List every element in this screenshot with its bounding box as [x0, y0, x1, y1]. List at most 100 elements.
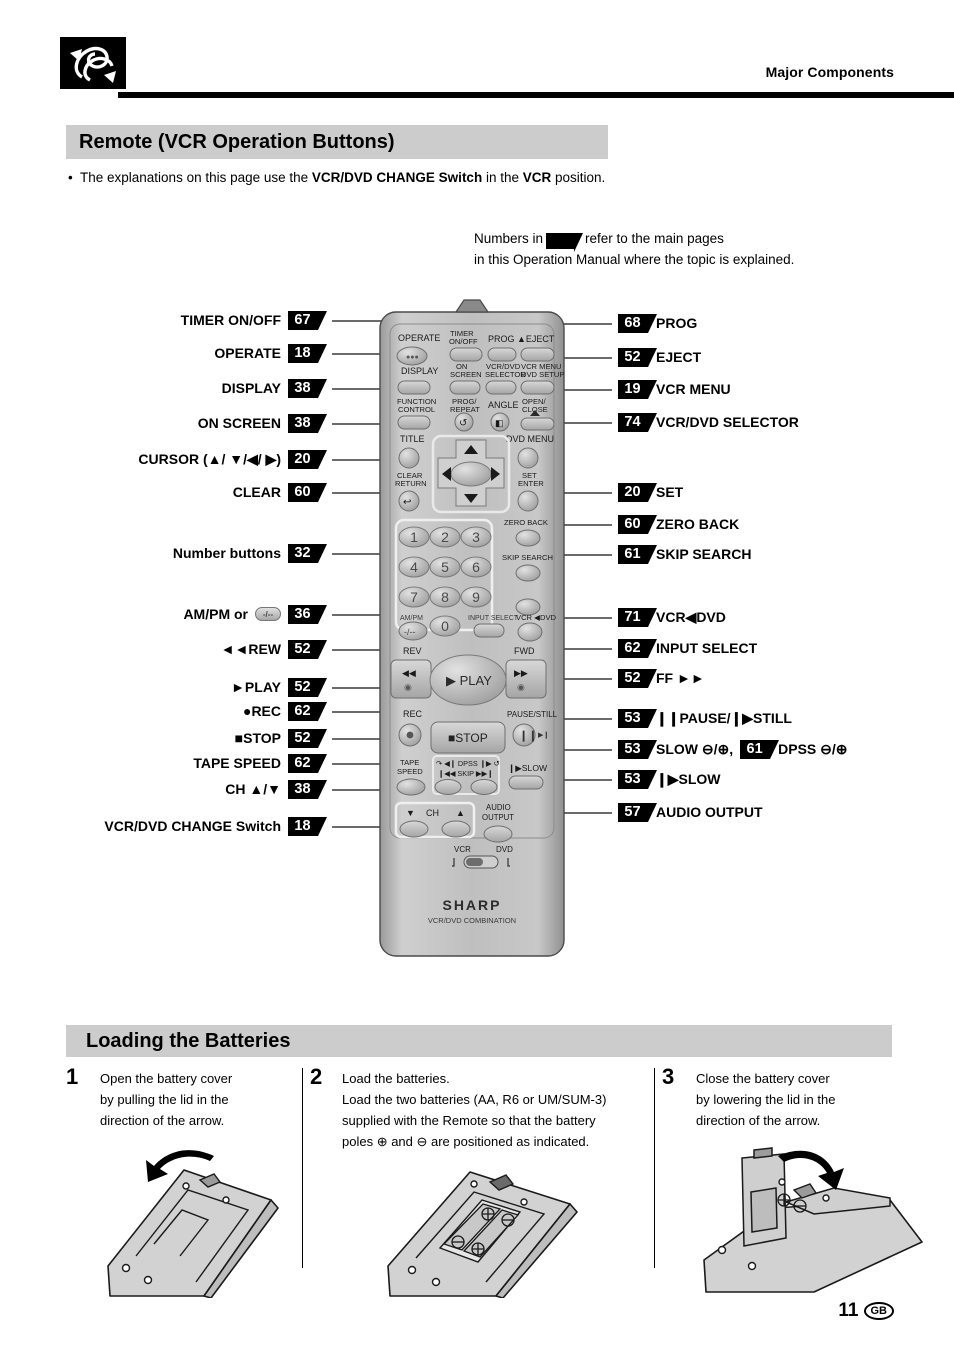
svg-text:▼: ▼: [406, 808, 415, 818]
callout-label: ON SCREEN: [197, 415, 281, 431]
svg-text:ENTER: ENTER: [518, 479, 544, 488]
callout-right-slow: 53 ❙▶SLOW: [618, 769, 728, 789]
svg-text:OPERATE: OPERATE: [398, 333, 440, 343]
svg-text:CH: CH: [426, 808, 439, 818]
callout-left-play: ►PLAY 52: [0, 677, 327, 697]
svg-text:VCR ◀DVD: VCR ◀DVD: [516, 613, 557, 622]
callout-label: SKIP SEARCH: [656, 546, 752, 562]
svg-text:↩: ↩: [403, 497, 411, 508]
svg-text:5: 5: [441, 559, 449, 575]
svg-text:1: 1: [410, 529, 418, 545]
section-header-batteries: Loading the Batteries: [66, 1025, 892, 1057]
bullet-note-suffix: position.: [551, 170, 606, 185]
callout-label-secondary: DPSS ⊖/⊕: [778, 740, 848, 757]
callout-right-zero-back: 60 ZERO BACK: [618, 514, 746, 534]
svg-text:SHARP: SHARP: [442, 897, 501, 913]
callout-left-operate: OPERATE 18: [0, 343, 327, 363]
figure-battery-open-cover: [96, 1148, 326, 1303]
svg-text:▲EJECT: ▲EJECT: [517, 334, 555, 344]
section-header-remote: Remote (VCR Operation Buttons): [66, 125, 608, 159]
callout-left-rew: ◄◄REW 52: [0, 639, 327, 659]
callout-label: SLOW ⊖/⊕,: [656, 740, 734, 757]
callout-label: SET: [656, 484, 684, 500]
section-title-batteries: Loading the Batteries: [86, 1029, 291, 1052]
svg-text:❙❙: ❙❙: [519, 730, 537, 742]
page-reference-badge: 74: [618, 412, 657, 432]
svg-text:DISPLAY: DISPLAY: [401, 366, 438, 376]
svg-text:◉: ◉: [404, 682, 412, 692]
callout-label: AUDIO OUTPUT: [656, 804, 763, 820]
svg-text:OUTPUT: OUTPUT: [482, 813, 514, 822]
page-footer: 11 GB: [838, 1300, 894, 1322]
callout-right-set: 20 SET: [618, 482, 690, 502]
svg-text:◀◀: ◀◀: [402, 668, 416, 678]
callout-label: DISPLAY: [221, 380, 281, 396]
step-number: 1: [66, 1064, 79, 1089]
bullet-note-middle: in the: [482, 170, 523, 185]
step-line: direction of the arrow.: [100, 1113, 225, 1128]
page-reference-badge: 38: [288, 413, 327, 433]
figure-battery-close-cover: [694, 1142, 934, 1299]
callout-left-clear: CLEAR 60: [0, 482, 327, 502]
svg-text:8: 8: [441, 589, 449, 605]
step-line: Load the batteries.: [342, 1071, 450, 1086]
page-reference-badge: 52: [288, 677, 327, 697]
callout-right-eject: 52 EJECT: [618, 347, 708, 367]
svg-text:❙◀◀ SKIP ▶▶❙: ❙◀◀ SKIP ▶▶❙: [438, 769, 493, 778]
svg-text:▶❙: ▶❙: [538, 731, 549, 739]
svg-text:2: 2: [441, 529, 449, 545]
callout-label: ❙❙PAUSE/❙▶STILL: [656, 709, 792, 726]
step-line: by pulling the lid in the: [100, 1092, 229, 1107]
svg-text:CONTROL: CONTROL: [398, 405, 435, 414]
svg-text:◉: ◉: [517, 682, 525, 692]
svg-text:↷ ◀❙ DPSS ❙▶ ↺: ↷ ◀❙ DPSS ❙▶ ↺: [436, 759, 500, 768]
callout-left-vcr-dvd-change-switch: VCR/DVD CHANGE Switch 18: [0, 816, 327, 836]
callout-label: Number buttons: [172, 545, 281, 561]
callout-label: CURSOR (▲/ ▼/◀/ ▶): [138, 450, 281, 467]
step-line: direction of the arrow.: [696, 1113, 821, 1128]
callout-label: ❙▶SLOW: [656, 770, 721, 787]
svg-text:AM/PM: AM/PM: [400, 615, 423, 622]
svg-text:7: 7: [410, 589, 418, 605]
callout-left-stop: ■STOP 52: [0, 728, 327, 748]
step-number: 3: [662, 1064, 675, 1089]
step-line: supplied with the Remote so that the bat…: [342, 1113, 596, 1128]
callout-left-ch: CH ▲/▼ 38: [0, 779, 327, 799]
bullet-note-bold1: VCR/DVD CHANGE Switch: [311, 170, 483, 185]
step-line: Close the battery cover: [696, 1071, 830, 1086]
callout-label: FF ►►: [656, 670, 705, 686]
callout-label: VCR/DVD CHANGE Switch: [104, 818, 281, 834]
callout-right-prog: 68 PROG: [618, 313, 704, 333]
section-title-remote: Remote (VCR Operation Buttons): [79, 130, 395, 153]
svg-text:ANGLE: ANGLE: [488, 400, 519, 410]
svg-text:9: 9: [472, 589, 480, 605]
callout-right-pause-still: 53 ❙❙PAUSE/❙▶STILL: [618, 708, 799, 728]
svg-text:PROG: PROG: [488, 334, 515, 344]
page-reference-badge: 38: [288, 779, 327, 799]
svg-text:SCREEN: SCREEN: [450, 370, 482, 379]
svg-text:▶▶: ▶▶: [514, 668, 528, 678]
callout-label: INPUT SELECT: [656, 640, 758, 656]
callout-right-vcr-menu: 19 VCR MENU: [618, 379, 738, 399]
svg-text:VCR: VCR: [454, 845, 471, 854]
callout-label: VCR◀DVD: [656, 608, 726, 625]
svg-text:▶ PLAY: ▶ PLAY: [446, 673, 492, 688]
bullet-note-bold2: VCR: [522, 170, 552, 185]
callout-label: PROG: [656, 315, 698, 331]
numbers-legend-line1a: Numbers in: [474, 231, 544, 246]
page-reference-badge: 53: [618, 739, 657, 759]
callout-right-vcr-dvd-selector: 74 VCR/DVD SELECTOR: [618, 412, 806, 432]
step-line: by lowering the lid in the: [696, 1092, 836, 1107]
page-reference-badge: 67: [288, 310, 327, 330]
page-reference-badge: 52: [288, 639, 327, 659]
step-line: Load the two batteries (AA, R6 or UM/SUM…: [342, 1092, 607, 1107]
callout-left-tape-speed: TAPE SPEED 62: [0, 753, 327, 773]
step-text: Load the batteries. Load the two batteri…: [342, 1068, 660, 1152]
page-number: 11: [838, 1300, 859, 1321]
callout-right-slow: 53 SLOW ⊖/⊕, 61 DPSS ⊖/⊕: [618, 739, 855, 759]
callout-right-input-select: 62 INPUT SELECT: [618, 638, 764, 658]
callout-left-display: DISPLAY 38: [0, 378, 327, 398]
step-line: Open the battery cover: [100, 1071, 233, 1086]
callout-right-vcr-dvd: 71 VCR◀DVD: [618, 607, 733, 627]
callout-label: CH ▲/▼: [225, 781, 281, 797]
